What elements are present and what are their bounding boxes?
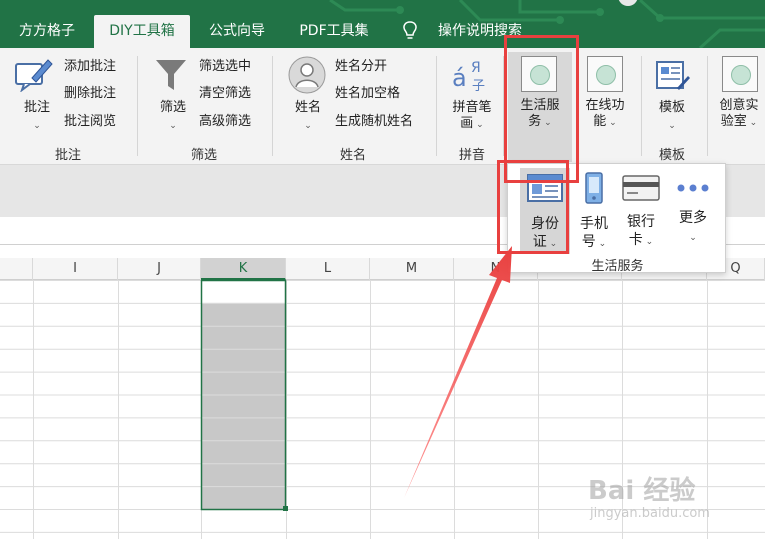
random-name-button[interactable]: 生成随机姓名 bbox=[335, 114, 413, 130]
filter-funnel-icon bbox=[156, 60, 186, 90]
tab-diy-toolbox[interactable]: DIY工具箱 bbox=[94, 15, 190, 48]
ribbon-panel: 批注 ⌄ 添加批注 删除批注 批注阅览 批注 筛选 ⌄ 筛选选中 清空筛选 高级… bbox=[0, 48, 765, 165]
chevron-down-icon: ⌄ bbox=[642, 237, 654, 247]
online-function-icon bbox=[587, 56, 623, 92]
more-label-text: 更多 bbox=[679, 210, 707, 226]
column-header-l[interactable]: L bbox=[286, 258, 370, 280]
id-card-label: 身份 证 ⌄ bbox=[520, 215, 570, 253]
pinyin-label-line2: 画 bbox=[460, 116, 474, 131]
chevron-down-icon: ⌄ bbox=[746, 118, 758, 128]
column-header-k[interactable]: K bbox=[201, 258, 286, 280]
more-dots-icon bbox=[677, 184, 709, 192]
group-label-name: 姓名 bbox=[339, 148, 366, 163]
more-button[interactable]: 更多 ⌄ bbox=[668, 164, 718, 247]
chevron-down-icon: ⌄ bbox=[473, 120, 484, 130]
bank-card-button[interactable]: 银行 卡 ⌄ bbox=[618, 164, 664, 251]
chevron-down-icon: ⌄ bbox=[689, 233, 697, 243]
bank-card-icon bbox=[622, 175, 660, 201]
template-icon bbox=[656, 61, 690, 90]
fill-handle[interactable] bbox=[283, 506, 288, 511]
column-header-m[interactable]: M bbox=[370, 258, 454, 280]
group-label-comment: 批注 bbox=[54, 148, 81, 163]
large-btn-name[interactable]: 姓名 bbox=[288, 100, 328, 116]
chevron-down-icon: ⌄ bbox=[546, 239, 558, 249]
online-function-button[interactable]: 在线功 能 ⌄ bbox=[576, 98, 634, 131]
mobile-phone-icon bbox=[585, 172, 603, 204]
filter-selected-button[interactable]: 筛选选中 bbox=[199, 59, 251, 75]
chevron-down-icon[interactable]: ⌄ bbox=[665, 118, 679, 134]
column-header-h-partial[interactable] bbox=[0, 258, 33, 280]
tab-help-search[interactable]: 操作说明搜索 bbox=[430, 15, 530, 48]
baidu-watermark-url: jingyan.baidu.com bbox=[590, 506, 710, 521]
tab-pdf-tools[interactable]: PDF工具集 bbox=[286, 15, 382, 48]
bank-card-label: 银行 卡 ⌄ bbox=[618, 213, 664, 251]
id-card-label-line1: 身份 bbox=[531, 216, 559, 232]
large-btn-filter[interactable]: 筛选 bbox=[154, 100, 192, 116]
group-label-pinyin: 拼音 bbox=[458, 148, 485, 163]
large-btn-pinyin-stroke[interactable]: 拼音笔 画 ⌄ bbox=[446, 100, 498, 133]
creative-lab-icon bbox=[722, 56, 758, 92]
template-button[interactable]: 模板 bbox=[650, 100, 694, 116]
id-card-button[interactable]: 身份 证 ⌄ bbox=[520, 164, 570, 253]
person-avatar-icon bbox=[288, 56, 326, 94]
name-add-space-button[interactable]: 姓名加空格 bbox=[335, 86, 400, 102]
lightbulb-icon bbox=[403, 21, 417, 39]
mobile-label: 手机 号 ⌄ bbox=[572, 215, 616, 253]
clear-filter-button[interactable]: 清空筛选 bbox=[199, 86, 251, 102]
column-header-i[interactable]: I bbox=[33, 258, 118, 280]
column-header-j[interactable]: J bbox=[118, 258, 201, 280]
svg-text:子: 子 bbox=[472, 79, 485, 94]
creative-lab-label-line2: 验室 bbox=[720, 114, 747, 129]
ribbon-tab-bar: 方方格子 DIY工具箱 公式向导 PDF工具集 操作说明搜索 bbox=[0, 0, 765, 48]
more-label: 更多 ⌄ bbox=[668, 209, 718, 247]
chevron-down-icon[interactable]: ⌄ bbox=[166, 118, 180, 134]
split-name-button[interactable]: 姓名分开 bbox=[335, 59, 387, 75]
chevron-down-icon[interactable]: ⌄ bbox=[301, 118, 315, 134]
life-service-button[interactable]: 生活服 务 ⌄ bbox=[510, 98, 570, 131]
delete-comment-button[interactable]: 删除批注 bbox=[64, 86, 116, 102]
life-service-label-line2: 务 bbox=[528, 114, 542, 129]
online-label-line1: 在线功 bbox=[585, 98, 625, 113]
bank-card-label-line2: 卡 bbox=[628, 232, 643, 248]
group-separator bbox=[641, 56, 642, 156]
group-label-template: 模板 bbox=[658, 148, 685, 163]
pinyin-icon: á Я 子 bbox=[452, 60, 485, 94]
creative-lab-label-line1: 创意实 bbox=[719, 98, 759, 113]
tab-formula-wizard[interactable]: 公式向导 bbox=[196, 15, 278, 48]
svg-text:á: á bbox=[452, 64, 467, 92]
group-separator bbox=[436, 56, 437, 156]
group-separator bbox=[503, 56, 504, 156]
tab-fangfang-gezi[interactable]: 方方格子 bbox=[8, 15, 86, 48]
id-card-label-line2: 证 bbox=[532, 234, 547, 250]
life-service-dropdown: 身份 证 ⌄ 手机 号 ⌄ 银行 卡 ⌄ 更多 ⌄ 生活服务 bbox=[507, 163, 726, 274]
baidu-watermark-logo: Bai 经验 bbox=[588, 476, 696, 506]
advanced-filter-button[interactable]: 高级筛选 bbox=[199, 114, 251, 130]
view-comment-button[interactable]: 批注阅览 bbox=[64, 114, 116, 130]
group-separator bbox=[272, 56, 273, 156]
life-service-group-label: 生活服务 bbox=[591, 259, 644, 274]
group-label-filter: 筛选 bbox=[190, 148, 217, 163]
mobile-label-line2: 号 bbox=[581, 234, 596, 250]
mobile-number-button[interactable]: 手机 号 ⌄ bbox=[572, 164, 616, 253]
svg-text:Я: Я bbox=[471, 60, 481, 76]
group-separator bbox=[707, 56, 708, 156]
comment-pencil-icon bbox=[15, 59, 53, 92]
group-separator bbox=[137, 56, 138, 156]
creative-lab-button[interactable]: 创意实 验室 ⌄ bbox=[711, 98, 765, 131]
chevron-down-icon: ⌄ bbox=[606, 118, 617, 128]
mobile-label-line1: 手机 bbox=[580, 216, 608, 232]
chevron-down-icon: ⌄ bbox=[595, 239, 607, 249]
add-comment-button[interactable]: 添加批注 bbox=[64, 59, 116, 75]
life-service-label-line1: 生活服 bbox=[520, 98, 560, 113]
life-service-icon bbox=[521, 56, 557, 92]
id-card-icon bbox=[527, 174, 563, 202]
selected-range-fill bbox=[201, 302, 286, 509]
chevron-down-icon: ⌄ bbox=[541, 118, 552, 128]
bank-card-label-line1: 银行 bbox=[627, 214, 655, 230]
excel-window: 方方格子 DIY工具箱 公式向导 PDF工具集 操作说明搜索 批注 ⌄ 添加批注… bbox=[0, 0, 765, 539]
pinyin-label-line1: 拼音笔 bbox=[452, 100, 492, 115]
online-label-line2: 能 bbox=[593, 114, 607, 129]
chevron-down-icon[interactable]: ⌄ bbox=[30, 118, 44, 134]
large-btn-comment[interactable]: 批注 bbox=[18, 100, 56, 116]
